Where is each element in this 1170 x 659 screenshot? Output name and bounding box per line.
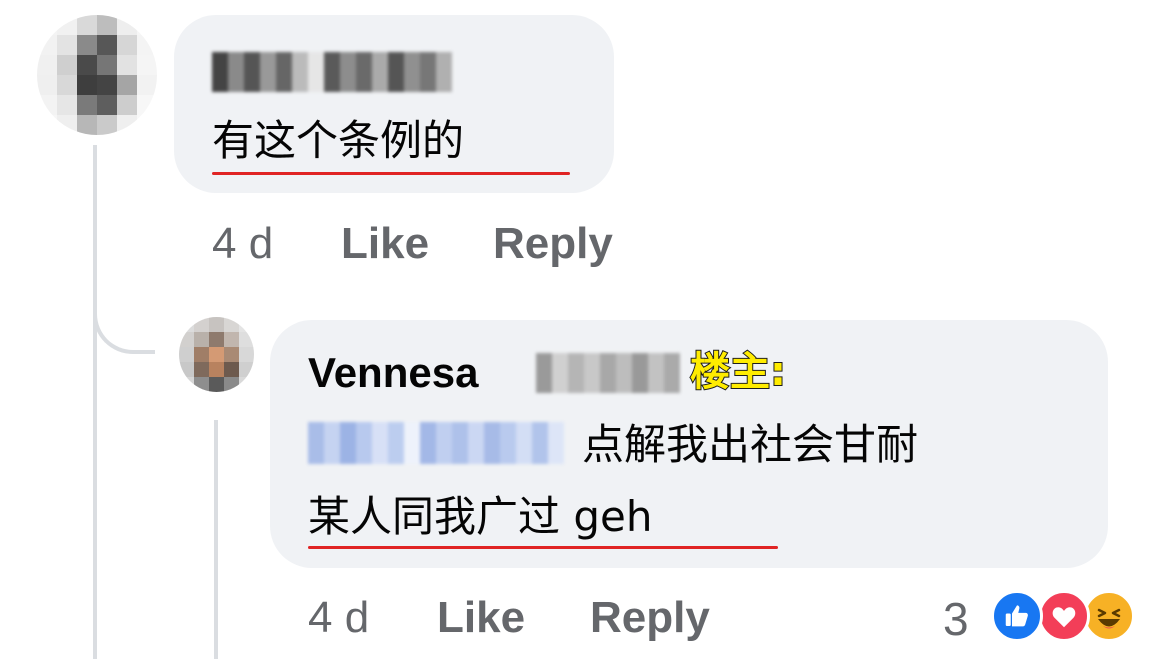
reply-button[interactable]: Reply	[493, 222, 613, 266]
comment-text: 有这个条例的	[212, 116, 465, 165]
red-underline	[308, 546, 778, 549]
reaction-count[interactable]: 3	[943, 596, 969, 642]
reply-timestamp[interactable]: 4 d	[308, 596, 369, 640]
reply-thread-line	[214, 420, 218, 659]
red-underline	[212, 172, 570, 175]
reply-button[interactable]: Reply	[590, 596, 710, 640]
thread-line	[93, 145, 97, 659]
thread-curve	[93, 290, 155, 354]
author-surname-redacted[interactable]	[536, 353, 680, 393]
love-icon[interactable]	[1038, 590, 1090, 642]
like-icon[interactable]	[991, 590, 1043, 642]
reply-text-line-2: 某人同我广过 geh	[308, 492, 653, 541]
mention-tag-redacted[interactable]	[308, 422, 564, 464]
comment-timestamp[interactable]: 4 d	[212, 222, 273, 266]
comment-bubble	[174, 15, 614, 193]
like-button[interactable]: Like	[341, 222, 429, 266]
haha-icon[interactable]	[1083, 590, 1135, 642]
author-name[interactable]: Vennesa	[308, 352, 478, 394]
reply-text-line-1: 点解我出社会甘耐	[582, 420, 919, 469]
avatar[interactable]	[37, 15, 157, 135]
op-badge: 楼主:	[689, 349, 787, 395]
like-button[interactable]: Like	[437, 596, 525, 640]
reply-avatar[interactable]	[179, 317, 254, 392]
author-name-redacted[interactable]	[212, 52, 452, 92]
